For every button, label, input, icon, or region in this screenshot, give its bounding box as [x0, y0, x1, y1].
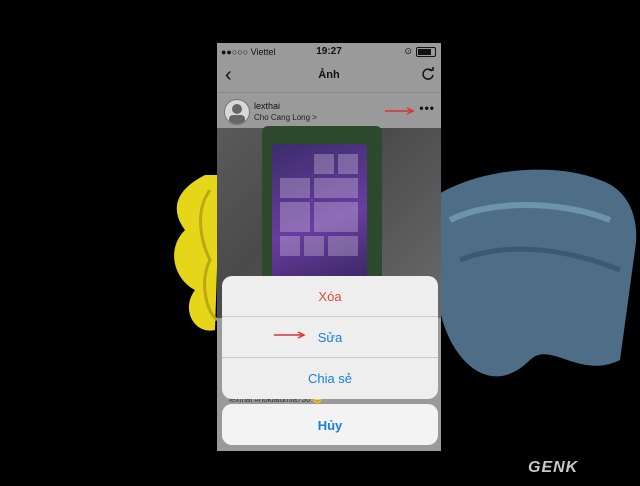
nav-bar: ‹ Ảnh: [217, 61, 441, 91]
annotation-arrow-icon: [274, 331, 306, 339]
delete-button[interactable]: Xóa: [222, 276, 438, 316]
edit-button[interactable]: Sửa: [222, 317, 438, 357]
avatar[interactable]: [224, 99, 250, 125]
user-avatar-icon: [229, 104, 245, 124]
phone-screen: ●●○○○ Viettel 19:27 ⊙ ‹ Ảnh lexthai Cho …: [217, 43, 441, 451]
share-button[interactable]: Chia sẻ: [222, 358, 438, 398]
cancel-button[interactable]: Hủy: [222, 404, 438, 445]
genk-watermark: GENK: [528, 459, 579, 476]
status-bar: ●●○○○ Viettel 19:27 ⊙: [217, 43, 441, 61]
annotation-arrow-icon: [385, 107, 415, 115]
status-right: ⊙: [404, 46, 436, 57]
more-options-button[interactable]: •••: [419, 101, 435, 115]
lock-rotation-icon: ⊙: [404, 46, 412, 56]
post-location[interactable]: Cho Cang Long >: [254, 113, 317, 122]
battery-icon: [416, 46, 436, 57]
post-header: lexthai Cho Cang Long > •••: [217, 92, 441, 129]
action-sheet: Xóa Sửa Chia sẻ: [222, 276, 438, 399]
post-username[interactable]: lexthai: [254, 101, 280, 111]
blue-fabric-decoration: [430, 169, 637, 377]
page-title: Ảnh: [318, 69, 340, 81]
refresh-icon[interactable]: [421, 67, 435, 81]
